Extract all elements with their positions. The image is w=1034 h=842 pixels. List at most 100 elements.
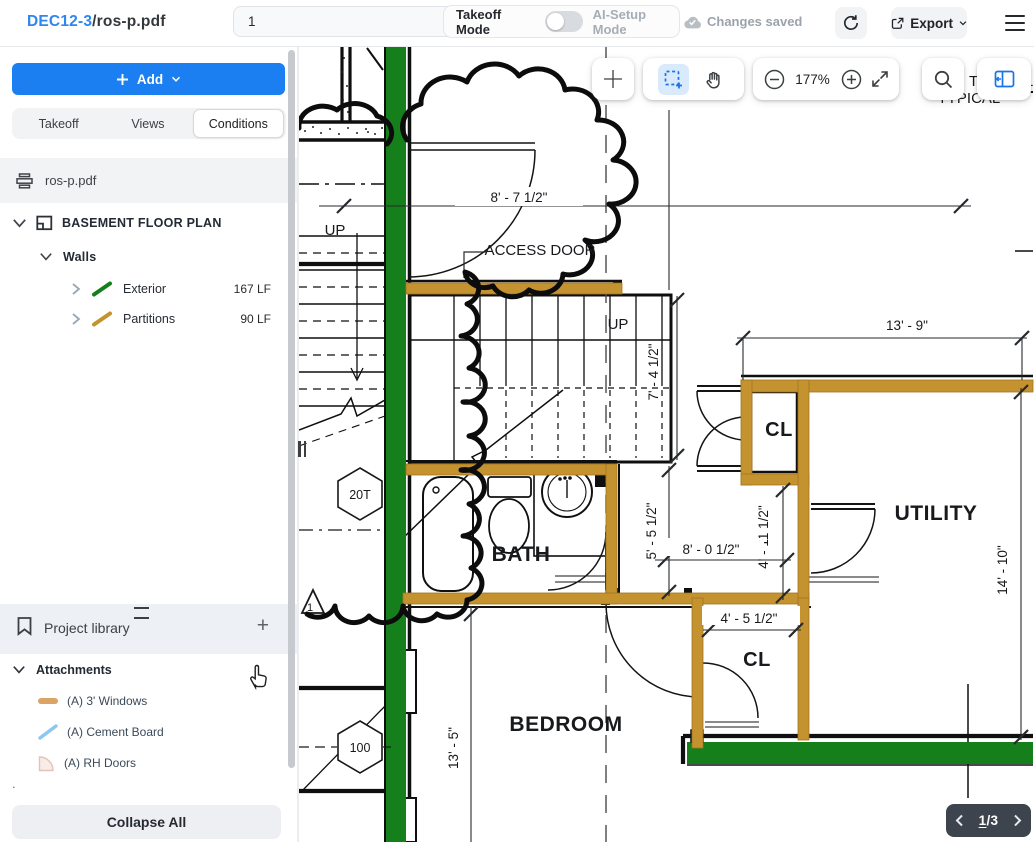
exterior-swatch-icon	[91, 281, 113, 297]
plan-fixtures	[423, 467, 611, 591]
refresh-button[interactable]	[835, 7, 867, 39]
page-dropdown[interactable]: 1	[233, 6, 477, 37]
collapse-all-button[interactable]: Collapse All	[12, 805, 281, 839]
add-button[interactable]: Add	[12, 63, 285, 95]
save-status: Changes saved	[684, 14, 802, 29]
sidebar-scrollbar[interactable]	[288, 50, 295, 768]
left-sidebar: Add Takeoff Views Conditions ros-p.pdf B…	[0, 46, 297, 842]
crosshair-icon	[603, 69, 623, 89]
zoom-level[interactable]: 177%	[794, 72, 832, 87]
fit-screen-button[interactable]	[871, 70, 889, 88]
attachment-item-rh-doors[interactable]: (A) RH Doors	[37, 754, 136, 772]
hand-icon	[704, 70, 723, 89]
hamburger-menu-button[interactable]	[1000, 10, 1030, 36]
chevron-down-icon	[959, 20, 967, 27]
plan-walls-black	[299, 45, 1033, 842]
cement-board-swatch-icon	[37, 724, 59, 740]
export-label: Export	[910, 16, 953, 31]
door-swatch-icon	[37, 754, 56, 772]
floor-plan-icon	[36, 215, 53, 231]
overflow-indicator: .	[12, 776, 16, 791]
condition-row-partitions[interactable]: Partitions 90 LF	[71, 307, 285, 331]
sidebar-tabs: Takeoff Views Conditions	[12, 108, 286, 139]
room-label-cl: CL	[765, 419, 793, 441]
cloud-check-icon	[684, 15, 701, 29]
tab-takeoff[interactable]: Takeoff	[14, 110, 103, 137]
changes-saved-label: Changes saved	[707, 14, 802, 29]
chevron-right-icon[interactable]	[71, 282, 81, 296]
split-view-button[interactable]	[977, 58, 1031, 100]
dim-label: 8' - 0 1/2"	[683, 542, 740, 557]
file-name: ros-p.pdf	[97, 13, 166, 30]
project-library-title: Project library	[44, 620, 130, 636]
pan-hand-button[interactable]	[698, 64, 729, 95]
partitions-swatch-icon	[91, 311, 113, 327]
page-indicator[interactable]: 1/3	[979, 813, 999, 828]
condition-quantity: 90 LF	[240, 312, 271, 326]
zoom-in-button[interactable]	[841, 69, 862, 90]
chevron-down-icon[interactable]	[12, 218, 27, 229]
marquee-select-button[interactable]	[658, 64, 689, 95]
panel-resize-handle[interactable]	[298, 441, 310, 458]
dim-label: 4' - 5 1/2"	[721, 611, 778, 626]
dim-label: 5' - 5 1/2"	[644, 502, 659, 559]
document-name: ros-p.pdf	[45, 173, 96, 188]
attachments-header[interactable]: Attachments	[12, 663, 112, 677]
project-name[interactable]: DEC12-3	[27, 13, 92, 30]
project-library-add-button[interactable]: +	[257, 614, 269, 638]
search-button[interactable]	[922, 58, 964, 100]
crosshair-tool-button[interactable]	[592, 58, 634, 100]
zoom-out-button[interactable]	[764, 69, 785, 90]
attachment-item-cement-board[interactable]: (A) Cement Board	[37, 724, 164, 740]
access-door-label: ACCESS DOOR	[485, 242, 596, 259]
tab-conditions[interactable]: Conditions	[193, 109, 284, 138]
project-library-section[interactable]: Project library +	[0, 604, 297, 654]
tree-group-label: Walls	[63, 250, 96, 264]
up-label: UP	[608, 316, 629, 333]
select-pan-toolgroup	[643, 58, 744, 100]
total-pages: 3	[991, 813, 999, 828]
dim-label: 13' - 5"	[446, 727, 461, 769]
condition-row-exterior[interactable]: Exterior 167 LF	[71, 277, 285, 301]
dim-label: 4' - 11 1/2"	[756, 505, 771, 569]
condition-quantity: 167 LF	[234, 282, 271, 296]
chevron-down-icon[interactable]	[12, 665, 26, 675]
document-icon	[16, 173, 33, 189]
export-button[interactable]: Export	[891, 7, 967, 39]
detail-tag: 1	[307, 602, 313, 614]
page-dropdown-value: 1	[248, 14, 453, 29]
dim-label: 14' - 10"	[995, 545, 1010, 595]
next-page-button[interactable]	[1013, 814, 1022, 827]
document-row[interactable]: ros-p.pdf	[0, 158, 297, 203]
attachments-title: Attachments	[36, 663, 112, 677]
tree-page-label: BASEMENT FLOOR PLAN	[62, 216, 222, 230]
dim-label: 7' - 4 1/2"	[646, 343, 661, 400]
tab-views[interactable]: Views	[103, 110, 192, 137]
attachment-label: (A) RH Doors	[64, 756, 136, 770]
floor-plan-drawing: 8' - 7 1/2" ACCESS DOOR UP UP 13' - 9" 7…	[299, 45, 1034, 842]
split-view-icon	[994, 70, 1015, 88]
plus-icon	[116, 73, 129, 86]
tree-item-basement-floor-plan[interactable]: BASEMENT FLOOR PLAN	[12, 212, 222, 234]
window-swatch-icon	[37, 695, 59, 707]
refresh-icon	[842, 14, 860, 32]
drag-handle-icon[interactable]	[134, 607, 149, 619]
tree-item-walls[interactable]: Walls	[39, 246, 96, 268]
zoom-toolgroup: 177%	[753, 58, 899, 100]
condition-label: Partitions	[123, 312, 175, 326]
detail-tag: 20T	[349, 488, 371, 502]
condition-label: Exterior	[123, 282, 166, 296]
chevron-right-icon[interactable]	[71, 312, 81, 326]
revision-cloud	[299, 64, 636, 623]
mode-toggle[interactable]	[545, 11, 583, 32]
room-label-bedroom: BEDROOM	[509, 713, 622, 736]
page-navigator: 1/3	[946, 804, 1031, 837]
plan-dimensions	[319, 110, 1029, 842]
attachment-label: (A) Cement Board	[67, 725, 164, 739]
breadcrumb: DEC12-3/ros-p.pdf	[27, 13, 166, 31]
attachment-item-windows[interactable]: (A) 3' Windows	[37, 694, 147, 708]
previous-page-button[interactable]	[955, 814, 964, 827]
ai-setup-mode-label: AI-Setup Mode	[593, 7, 679, 37]
bookmark-icon	[16, 616, 33, 636]
chevron-down-icon[interactable]	[39, 252, 53, 262]
